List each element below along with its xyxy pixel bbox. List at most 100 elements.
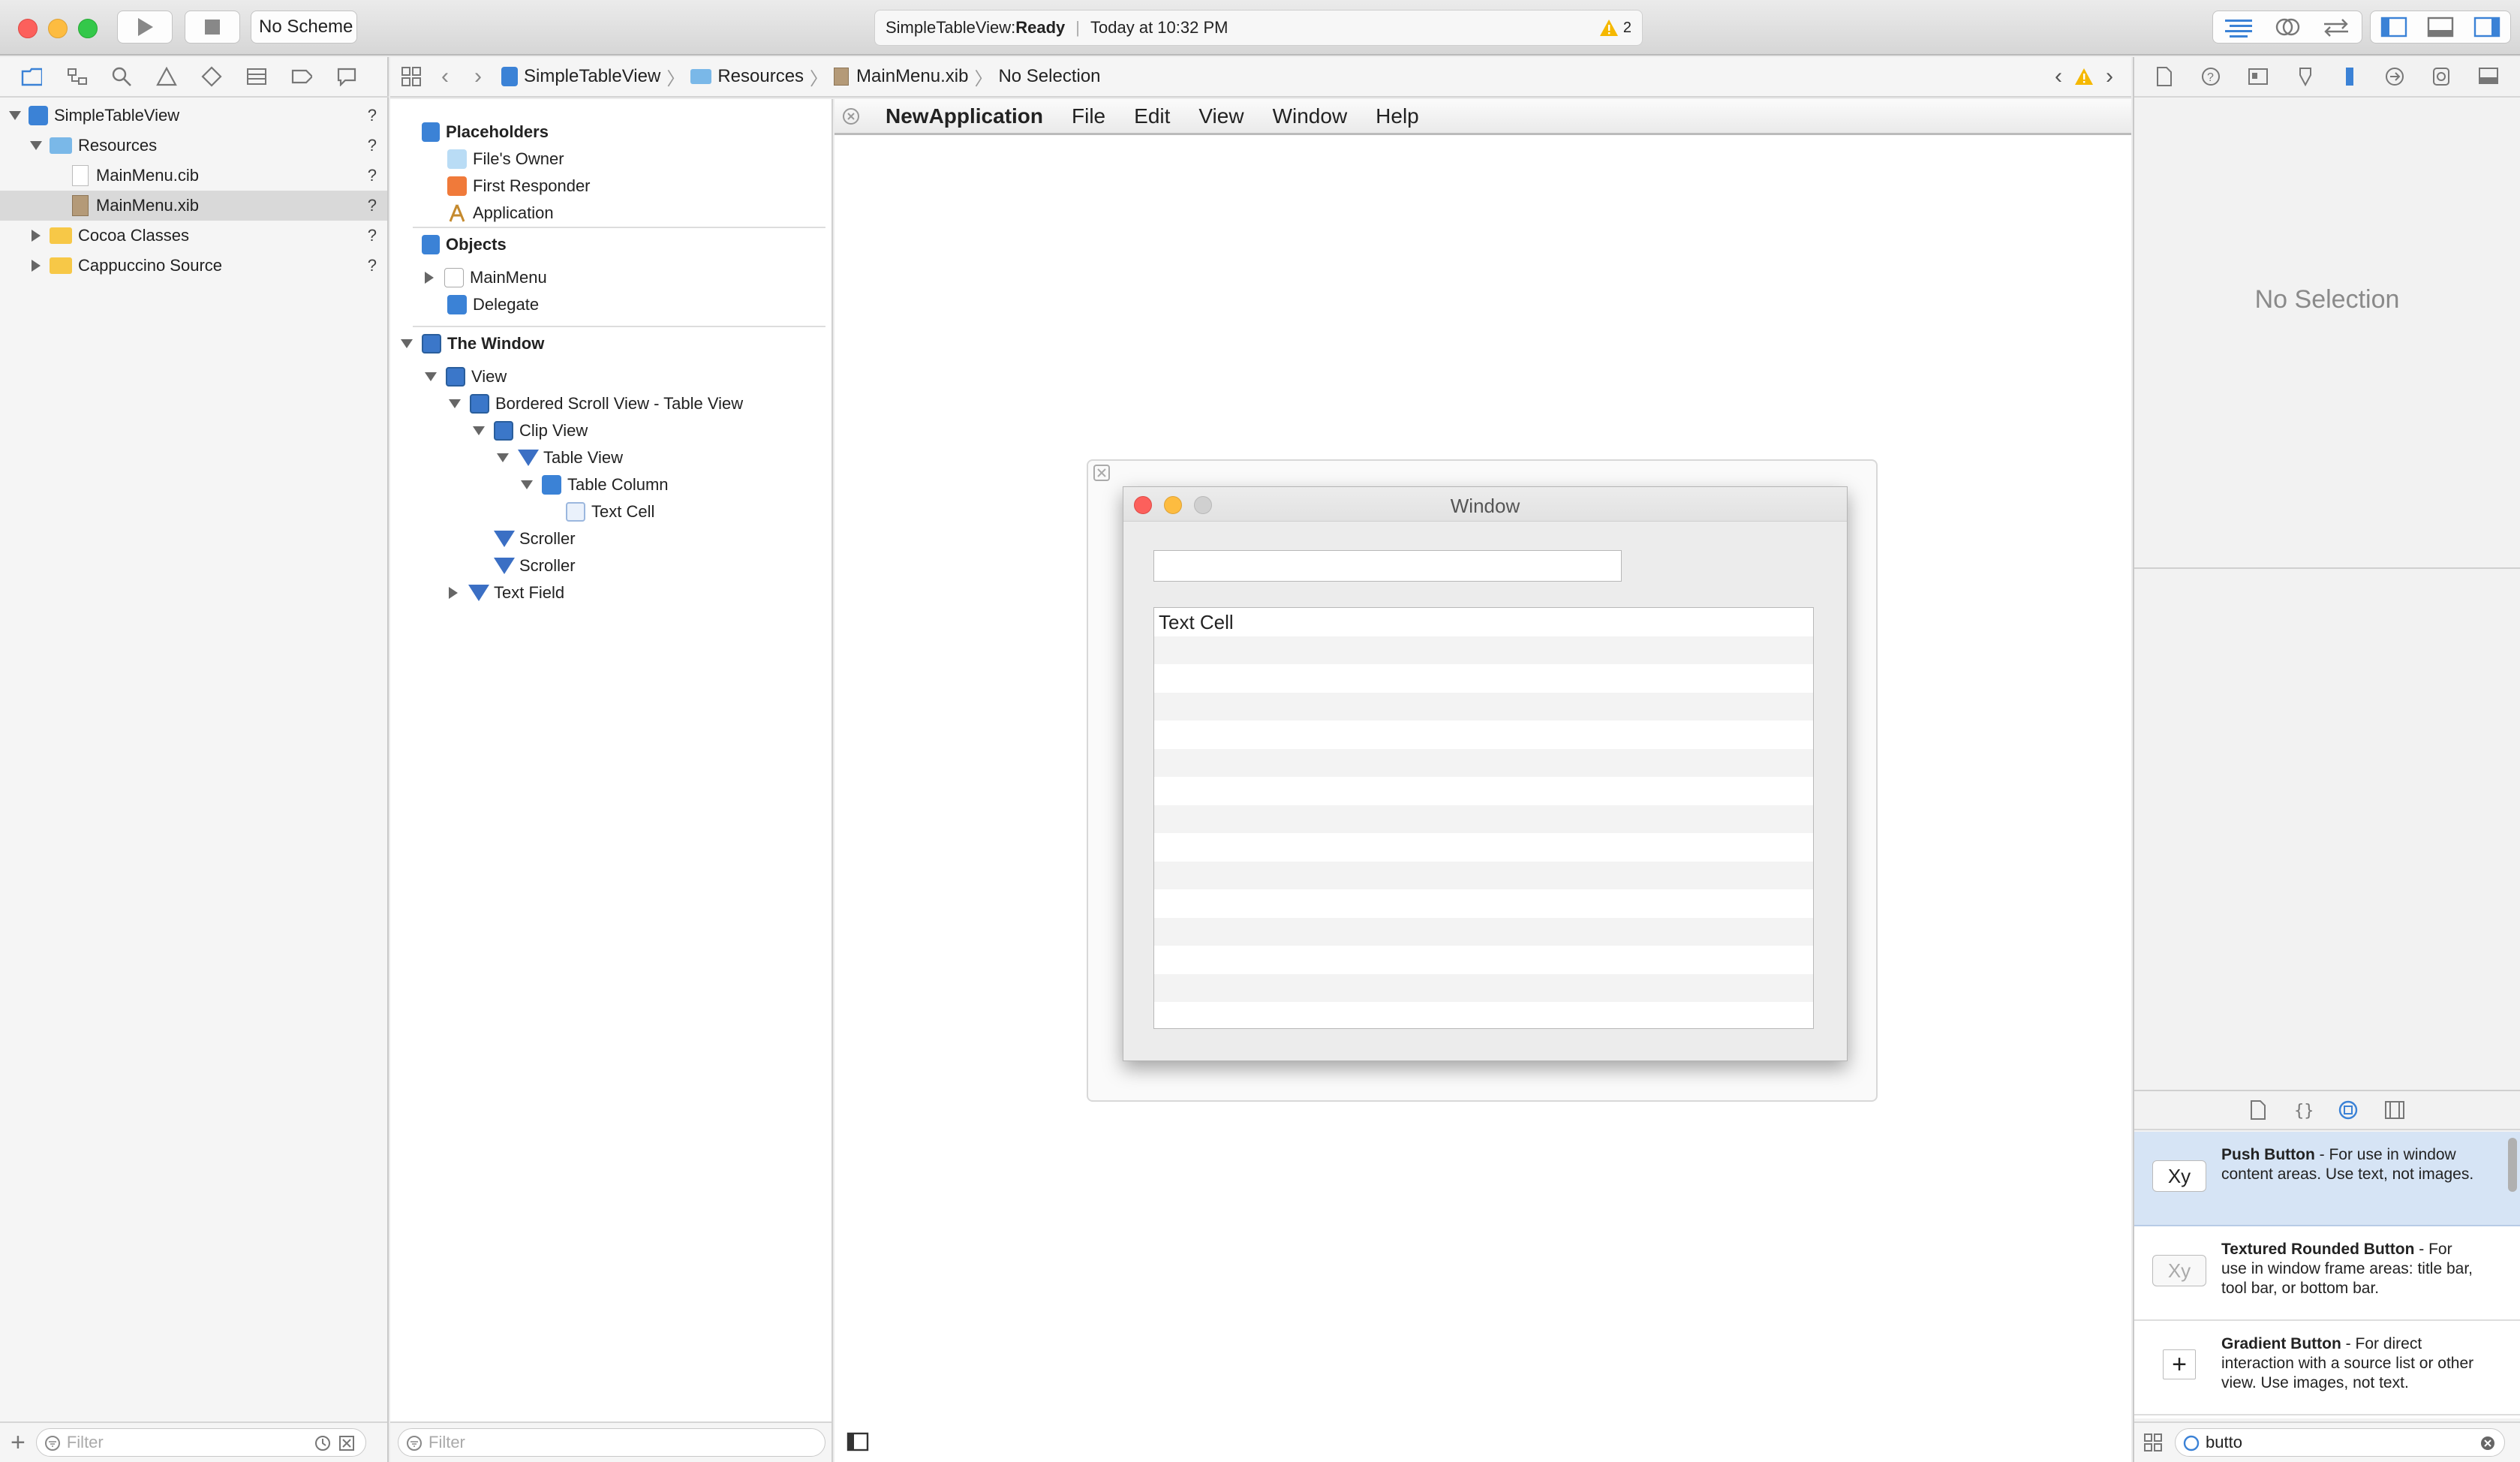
disclosure-triangle-icon[interactable] xyxy=(32,260,41,272)
previous-issue-icon[interactable]: ‹ xyxy=(2055,64,2062,89)
outline-item-view[interactable]: View xyxy=(425,363,507,390)
version-editor-icon[interactable] xyxy=(2321,17,2351,38)
outline-section-placeholders[interactable]: Placeholders xyxy=(422,119,549,146)
menu-edit[interactable]: Edit xyxy=(1134,104,1170,128)
outline-item-bordered-scroll-view[interactable]: Bordered Scroll View - Table View xyxy=(449,390,743,417)
outline-item-table-column[interactable]: Table Column xyxy=(521,471,669,498)
library-scrollbar[interactable] xyxy=(2508,1138,2517,1192)
disclosure-triangle-icon[interactable] xyxy=(32,230,41,242)
debug-navigator-tab-icon[interactable] xyxy=(246,66,267,87)
outline-item-mainmenu[interactable]: MainMenu xyxy=(425,264,547,291)
test-navigator-tab-icon[interactable] xyxy=(201,66,222,87)
next-issue-icon[interactable]: › xyxy=(2106,64,2113,89)
assistant-editor-icon[interactable] xyxy=(2275,17,2300,38)
window-scene-frame[interactable]: Window Text Cell xyxy=(1087,459,1878,1102)
connections-inspector-icon[interactable] xyxy=(2384,66,2405,87)
breakpoint-navigator-tab-icon[interactable] xyxy=(291,66,312,87)
menu-help[interactable]: Help xyxy=(1376,104,1419,128)
file-inspector-icon[interactable] xyxy=(2155,66,2173,87)
warning-icon[interactable] xyxy=(2074,68,2094,86)
outline-section-the-window[interactable]: The Window xyxy=(401,330,544,357)
breadcrumb-selection[interactable]: No Selection xyxy=(998,66,1100,87)
media-library-icon[interactable] xyxy=(2384,1100,2405,1120)
disclosure-triangle-icon[interactable] xyxy=(425,372,437,381)
outline-item-text-cell[interactable]: Text Cell xyxy=(566,498,654,525)
outline-item-delegate[interactable]: Delegate xyxy=(447,291,539,318)
menu-app-name[interactable]: NewApplication xyxy=(886,104,1043,128)
menu-view[interactable]: View xyxy=(1198,104,1243,128)
report-navigator-tab-icon[interactable] xyxy=(336,66,357,87)
size-inspector-icon[interactable] xyxy=(2342,66,2357,87)
nav-item-resources[interactable]: Resources ? xyxy=(0,131,387,161)
text-field-object[interactable] xyxy=(1153,550,1622,582)
table-view-object[interactable]: Text Cell xyxy=(1153,607,1814,1029)
code-snippet-library-icon[interactable]: {} xyxy=(2293,1100,2312,1121)
symbol-navigator-tab-icon[interactable] xyxy=(66,66,87,87)
library-item-push-button[interactable]: Xy Push Button - For use in window conte… xyxy=(2134,1132,2520,1226)
stop-button[interactable] xyxy=(185,11,240,44)
disclosure-triangle-icon[interactable] xyxy=(30,141,42,150)
nav-item-project[interactable]: SimpleTableView ? xyxy=(0,101,387,131)
disclosure-triangle-icon[interactable] xyxy=(497,453,509,462)
attributes-inspector-icon[interactable] xyxy=(2296,66,2315,87)
breadcrumb-file[interactable]: MainMenu.xib xyxy=(856,66,968,87)
add-icon[interactable]: + xyxy=(11,1428,26,1457)
disclosure-triangle-icon[interactable] xyxy=(401,339,413,348)
disclosure-triangle-icon[interactable] xyxy=(9,111,21,120)
library-item-textured-rounded-button[interactable]: Xy Textured Rounded Button - For use in … xyxy=(2134,1226,2520,1321)
disclosure-triangle-icon[interactable] xyxy=(449,399,461,408)
outline-item-table-view[interactable]: Table View xyxy=(497,444,623,471)
object-library-icon[interactable] xyxy=(2338,1100,2359,1121)
related-items-icon[interactable] xyxy=(401,66,422,87)
outline-filter-input[interactable]: Filter xyxy=(398,1428,825,1457)
menu-window[interactable]: Window xyxy=(1273,104,1348,128)
outline-item-first-responder[interactable]: First Responder xyxy=(447,173,591,200)
disclosure-triangle-icon[interactable] xyxy=(521,480,533,489)
toggle-navigator-icon[interactable] xyxy=(2380,17,2407,38)
toggle-utilities-icon[interactable] xyxy=(2473,17,2500,38)
breadcrumb-project[interactable]: SimpleTableView xyxy=(524,66,660,87)
identity-inspector-icon[interactable] xyxy=(2248,67,2269,86)
nav-item-mainmenu-cib[interactable]: MainMenu.cib ? xyxy=(0,161,387,191)
find-navigator-tab-icon[interactable] xyxy=(111,66,132,87)
close-scene-icon[interactable] xyxy=(1093,464,1111,482)
navigator-filter-input[interactable]: Filter xyxy=(35,1428,366,1457)
disclosure-triangle-icon[interactable] xyxy=(449,587,458,599)
standard-editor-icon[interactable] xyxy=(2224,17,2254,38)
scheme-selector[interactable]: No Scheme xyxy=(251,11,357,44)
zoom-window-button[interactable] xyxy=(78,19,98,38)
forward-icon[interactable]: › xyxy=(474,64,482,89)
issue-navigator-tab-icon[interactable] xyxy=(156,66,177,87)
outline-item-text-field[interactable]: Text Field xyxy=(449,579,564,606)
disclosure-triangle-icon[interactable] xyxy=(425,272,434,284)
outline-item-scroller-2[interactable]: Scroller xyxy=(494,552,576,579)
outline-item-scroller-1[interactable]: Scroller xyxy=(494,525,576,552)
recent-files-icon[interactable] xyxy=(314,1435,331,1451)
menu-file[interactable]: File xyxy=(1072,104,1105,128)
grid-view-icon[interactable] xyxy=(2143,1433,2163,1452)
clear-search-icon[interactable] xyxy=(2480,1436,2495,1451)
nav-item-mainmenu-xib[interactable]: MainMenu.xib ? xyxy=(0,191,387,221)
file-template-library-icon[interactable] xyxy=(2249,1100,2267,1121)
outline-item-clip-view[interactable]: Clip View xyxy=(473,417,588,444)
toggle-debug-area-icon[interactable] xyxy=(2427,17,2454,38)
back-icon[interactable]: ‹ xyxy=(441,64,449,89)
table-text-cell[interactable]: Text Cell xyxy=(1159,611,1234,634)
quick-help-icon[interactable]: ? xyxy=(2200,66,2221,87)
close-menu-icon[interactable] xyxy=(842,107,860,125)
library-search-input[interactable]: butto xyxy=(2175,1428,2505,1457)
breadcrumb-folder[interactable]: Resources xyxy=(717,66,804,87)
toggle-outline-icon[interactable] xyxy=(847,1432,869,1451)
close-window-button[interactable] xyxy=(18,19,38,38)
bindings-inspector-icon[interactable] xyxy=(2431,66,2451,87)
outline-item-files-owner[interactable]: File's Owner xyxy=(447,146,564,173)
outline-item-application[interactable]: Application xyxy=(447,200,554,227)
nav-item-cocoa-classes[interactable]: Cocoa Classes ? xyxy=(0,221,387,251)
minimize-window-button[interactable] xyxy=(48,19,68,38)
interface-builder-canvas[interactable]: NewApplication File Edit View Window Hel… xyxy=(834,99,2131,1462)
outline-section-objects[interactable]: Objects xyxy=(422,231,507,258)
project-navigator-tab-icon[interactable] xyxy=(21,66,42,87)
nav-item-cappuccino-source[interactable]: Cappuccino Source ? xyxy=(0,251,387,281)
run-button[interactable] xyxy=(117,11,173,44)
source-control-filter-icon[interactable] xyxy=(338,1435,355,1451)
